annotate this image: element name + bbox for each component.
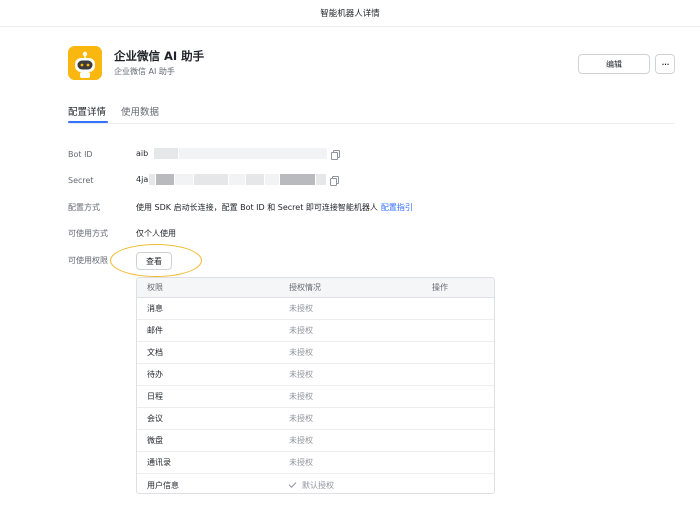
bot-id-text: aib [136, 149, 149, 158]
masked-segment [175, 174, 194, 185]
permission-name: 消息 [147, 304, 163, 313]
bot-subtitle: 企业微信 AI 助手 [114, 67, 175, 76]
masked-segment [149, 174, 156, 185]
edit-button[interactable]: 编辑 [578, 54, 650, 74]
table-row: 文档 未授权 [137, 342, 494, 364]
permission-name: 通讯录 [147, 458, 171, 467]
check-icon [288, 479, 297, 488]
config-method-label: 配置方式 [68, 203, 100, 212]
secret-value: 4ja [136, 174, 340, 186]
permission-status: 未授权 [289, 304, 313, 313]
permission-name: 用户信息 [147, 480, 179, 490]
copy-icon[interactable] [331, 149, 341, 160]
usage-method-text: 仅个人使用 [136, 229, 176, 238]
permissions-table: 权限 授权情况 操作 消息 未授权 邮件 未授权 文档 未授权 待办 未授权 日… [136, 277, 495, 494]
permission-status: 未授权 [289, 458, 313, 467]
table-row: 微盘 未授权 [137, 430, 494, 452]
masked-segment [229, 174, 246, 185]
permission-status: 未授权 [289, 392, 313, 401]
usage-method-label: 可使用方式 [68, 229, 108, 238]
copy-icon[interactable] [330, 175, 340, 186]
tab-bar: 配置详情 使用数据 [68, 100, 674, 124]
permission-status-cell: 默认授权 [288, 474, 334, 493]
tab-config-details[interactable]: 配置详情 [68, 104, 106, 118]
config-method-value: 使用 SDK 启动长连接，配置 Bot ID 和 Secret 即可连接智能机器… [136, 202, 413, 213]
column-header-status: 授权情况 [289, 283, 321, 292]
usage-method-value: 仅个人使用 [136, 228, 176, 239]
column-header-action: 操作 [432, 283, 448, 292]
more-icon: ··· [661, 57, 669, 71]
table-row: 日程 未授权 [137, 386, 494, 408]
permission-name: 会议 [147, 414, 163, 423]
secret-label: Secret [68, 176, 94, 185]
permission-status: 未授权 [289, 326, 313, 335]
permission-status: 未授权 [289, 414, 313, 423]
masked-segment [194, 174, 229, 185]
permission-status: 未授权 [289, 370, 313, 379]
page-title: 智能机器人详情 [320, 9, 380, 19]
top-bar: 智能机器人详情 [0, 0, 700, 27]
permission-name: 邮件 [147, 326, 163, 335]
view-permissions-button[interactable]: 查看 [136, 252, 172, 270]
permission-status: 未授权 [289, 348, 313, 357]
table-row: 用户信息 默认授权 [137, 474, 494, 493]
tab-usage-data[interactable]: 使用数据 [121, 104, 159, 118]
table-row: 消息 未授权 [137, 298, 494, 320]
permissions-label: 可使用权限 [68, 256, 108, 265]
column-header-permission: 权限 [147, 283, 163, 292]
masked-segment [246, 174, 265, 185]
config-guide-link[interactable]: 配置指引 [381, 202, 413, 213]
table-row: 邮件 未授权 [137, 320, 494, 342]
table-row: 通讯录 未授权 [137, 452, 494, 474]
bot-avatar [68, 46, 102, 80]
masked-segment [154, 148, 179, 159]
masked-segment [316, 174, 327, 185]
masked-segment [156, 174, 175, 185]
active-tab-indicator [68, 121, 108, 123]
permission-name: 日程 [147, 392, 163, 401]
permission-status: 默认授权 [302, 480, 334, 490]
table-header: 权限 授权情况 操作 [137, 278, 494, 298]
permission-name: 文档 [147, 348, 163, 357]
table-row: 会议 未授权 [137, 408, 494, 430]
masked-segment [179, 148, 328, 159]
masked-segment [280, 174, 316, 185]
permission-name: 待办 [147, 370, 163, 379]
robot-icon [68, 46, 102, 80]
bot-name: 企业微信 AI 助手 [114, 49, 205, 63]
bot-id-label: Bot ID [68, 150, 93, 159]
table-row: 待办 未授权 [137, 364, 494, 386]
masked-segment [265, 174, 280, 185]
more-button[interactable]: ··· [655, 54, 675, 74]
config-method-text: 使用 SDK 启动长连接，配置 Bot ID 和 Secret 即可连接智能机器… [136, 203, 378, 212]
bot-id-value: aib [136, 148, 341, 160]
permission-name: 微盘 [147, 436, 163, 445]
permission-status: 未授权 [289, 436, 313, 445]
secret-text: 4ja [136, 175, 149, 184]
